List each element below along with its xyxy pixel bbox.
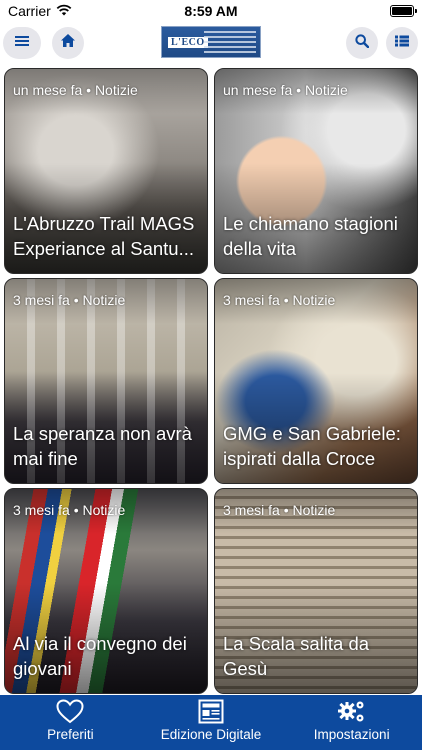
article-card[interactable]: un mese fa • Notizie Le chiamano stagion…: [214, 68, 418, 274]
article-meta: un mese fa • Notizie: [13, 82, 138, 98]
tab-label: Edizione Digitale: [160, 727, 262, 742]
article-title: La speranza non avrà mai fine: [13, 423, 192, 469]
top-nav-bar: L'ECO: [0, 22, 422, 64]
carrier-label: Carrier: [8, 3, 51, 19]
carrier-group: Carrier: [8, 3, 72, 19]
home-button[interactable]: [52, 27, 84, 59]
menu-button[interactable]: [3, 27, 41, 59]
tab-impostazioni[interactable]: Impostazioni: [281, 695, 422, 750]
tab-label: Preferiti: [47, 727, 94, 742]
newspaper-logo[interactable]: L'ECO: [161, 26, 261, 58]
article-title: Al via il convegno dei giovani: [13, 633, 187, 679]
article-meta: 3 mesi fa • Notizie: [223, 292, 336, 308]
tab-preferiti[interactable]: Preferiti: [0, 695, 141, 750]
article-card[interactable]: 3 mesi fa • Notizie La Scala salita da G…: [214, 488, 418, 694]
bottom-tab-bar: Preferiti Edizione Digitale Impostazioni: [0, 695, 422, 750]
logo-title: L'ECO: [168, 36, 208, 48]
status-bar: Carrier 8:59 AM: [0, 0, 422, 22]
search-icon: [355, 33, 370, 53]
tab-label: Impostazioni: [313, 727, 390, 742]
hamburger-menu-icon: [15, 34, 29, 52]
wifi-icon: [56, 3, 72, 19]
heart-icon: [56, 699, 84, 724]
article-title: Le chiamano stagioni della vita: [223, 213, 398, 259]
list-icon: [395, 34, 409, 52]
article-card[interactable]: un mese fa • Notizie L'Abruzzo Trail MAG…: [4, 68, 208, 274]
article-title: GMG e San Gabriele: ispirati dalla Croce: [223, 423, 401, 469]
newspaper-icon: [198, 699, 224, 724]
home-icon: [60, 33, 76, 53]
article-title: La Scala salita da Gesù: [223, 633, 370, 679]
article-grid: un mese fa • Notizie L'Abruzzo Trail MAG…: [0, 64, 422, 695]
list-view-button[interactable]: [386, 27, 418, 59]
article-title: L'Abruzzo Trail MAGS Experiance al Santu…: [13, 213, 195, 259]
article-meta: 3 mesi fa • Notizie: [13, 502, 126, 518]
article-card[interactable]: 3 mesi fa • Notizie Al via il convegno d…: [4, 488, 208, 694]
logo-decoration: [204, 31, 256, 53]
gears-icon: [337, 699, 367, 724]
article-card[interactable]: 3 mesi fa • Notizie GMG e San Gabriele: …: [214, 278, 418, 484]
tab-edizione-digitale[interactable]: Edizione Digitale: [141, 695, 282, 750]
article-card[interactable]: 3 mesi fa • Notizie La speranza non avrà…: [4, 278, 208, 484]
battery-icon: [390, 5, 417, 17]
search-button[interactable]: [346, 27, 378, 59]
article-meta: 3 mesi fa • Notizie: [13, 292, 126, 308]
article-meta: 3 mesi fa • Notizie: [223, 502, 336, 518]
article-meta: un mese fa • Notizie: [223, 82, 348, 98]
